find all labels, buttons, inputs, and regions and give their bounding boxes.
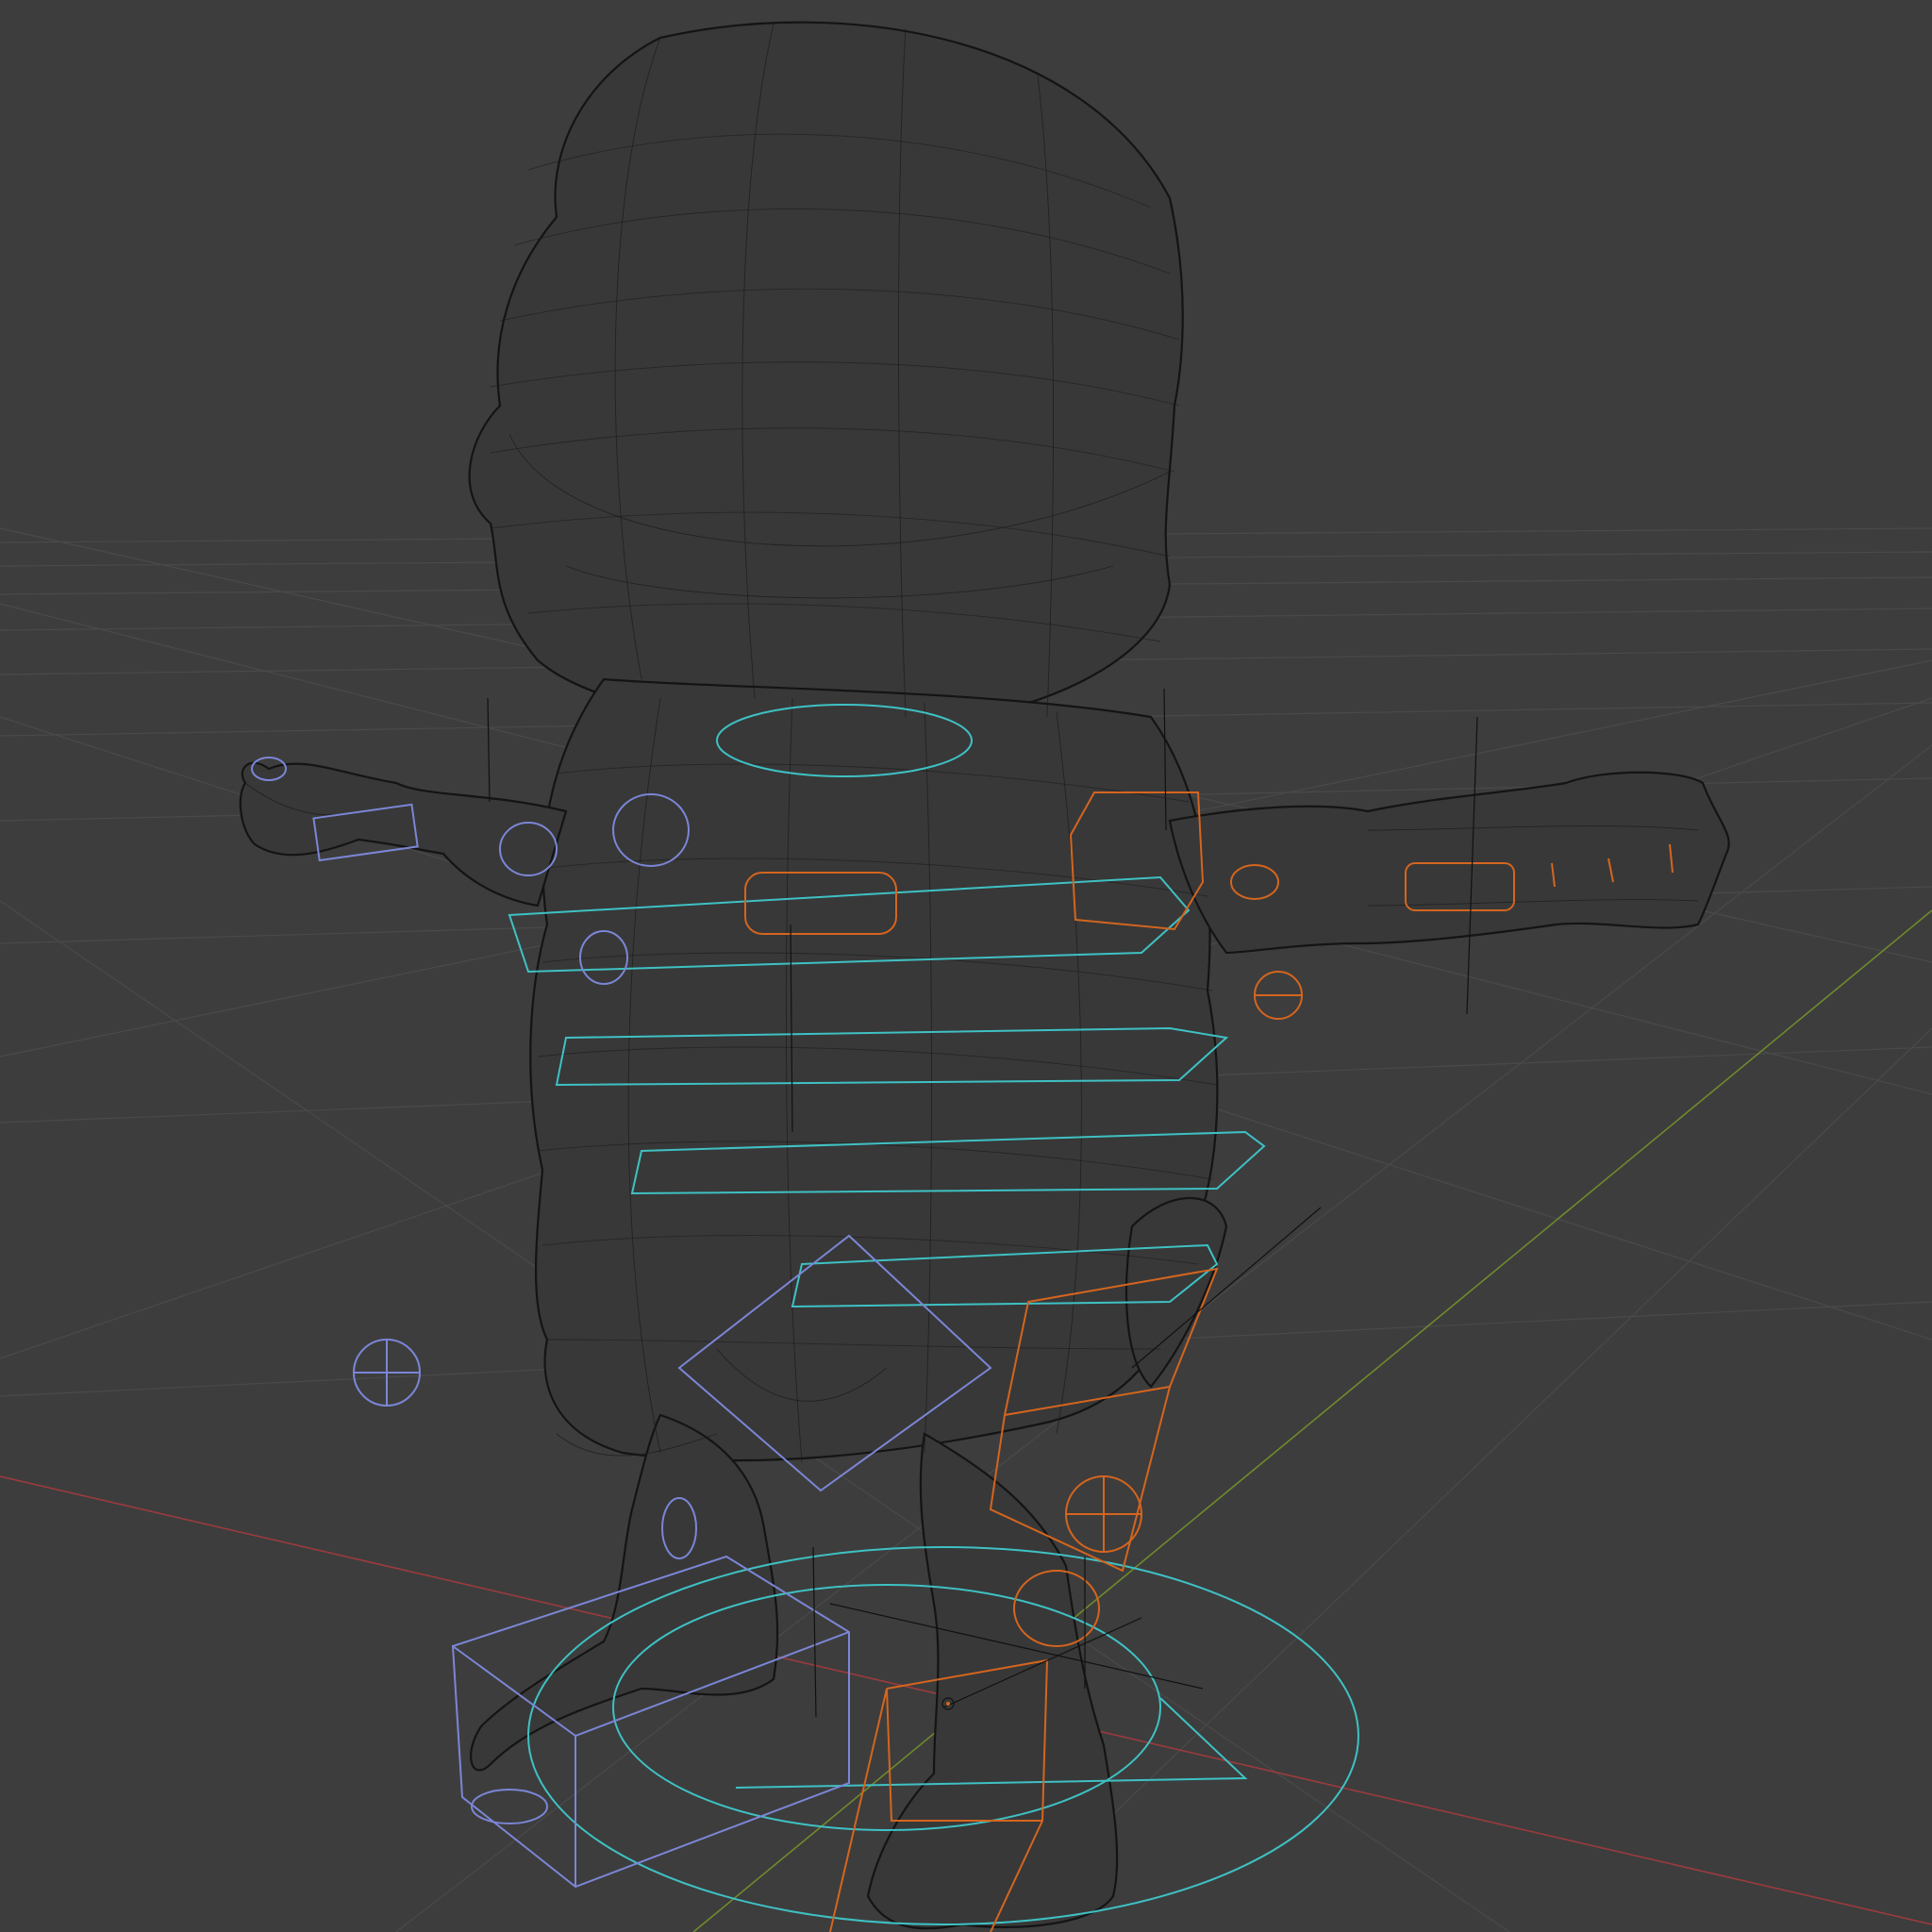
- right-foot-mesh: [866, 1432, 1119, 1930]
- 3d-viewport[interactable]: [0, 0, 1932, 1932]
- tail-mesh: [1124, 1197, 1228, 1389]
- left-arm-mesh: [239, 761, 568, 908]
- left-foot-roll[interactable]: [471, 1789, 548, 1824]
